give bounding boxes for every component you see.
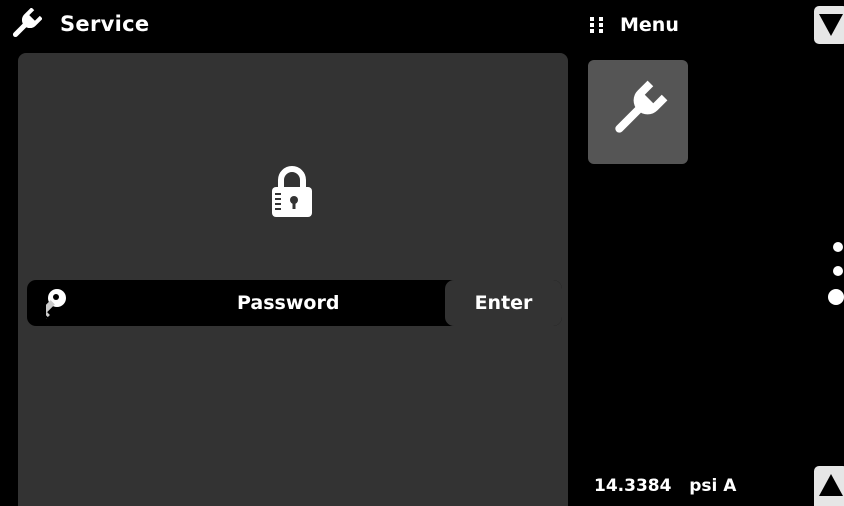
wrench-icon	[12, 8, 42, 38]
page-dots-icon	[826, 238, 844, 308]
password-field[interactable]: Password Enter	[27, 280, 562, 326]
pressure-value: 14.3384	[594, 476, 672, 496]
page-dot	[833, 242, 843, 252]
password-label: Password	[237, 292, 340, 314]
lock-icon	[272, 166, 312, 217]
wrench-icon	[615, 80, 668, 133]
title-bar: Service	[0, 0, 575, 48]
scroll-down-button[interactable]	[814, 6, 844, 44]
service-panel: Password Enter	[18, 53, 568, 506]
menu-button[interactable]: Menu	[590, 10, 679, 40]
menu-label: Menu	[620, 14, 679, 36]
triangle-up-icon	[819, 474, 843, 496]
pressure-unit: psi A	[689, 476, 737, 496]
scroll-up-button[interactable]	[814, 466, 844, 506]
triangle-down-icon	[819, 14, 843, 36]
page-title: Service	[60, 12, 150, 36]
grid-dots-icon	[590, 17, 603, 33]
enter-button[interactable]: Enter	[445, 280, 562, 326]
key-icon	[46, 289, 66, 321]
pressure-readout: 14.3384 psi A	[594, 476, 736, 496]
page-dot	[833, 266, 843, 276]
page-dot-active	[828, 289, 844, 305]
service-tile[interactable]	[588, 60, 688, 164]
